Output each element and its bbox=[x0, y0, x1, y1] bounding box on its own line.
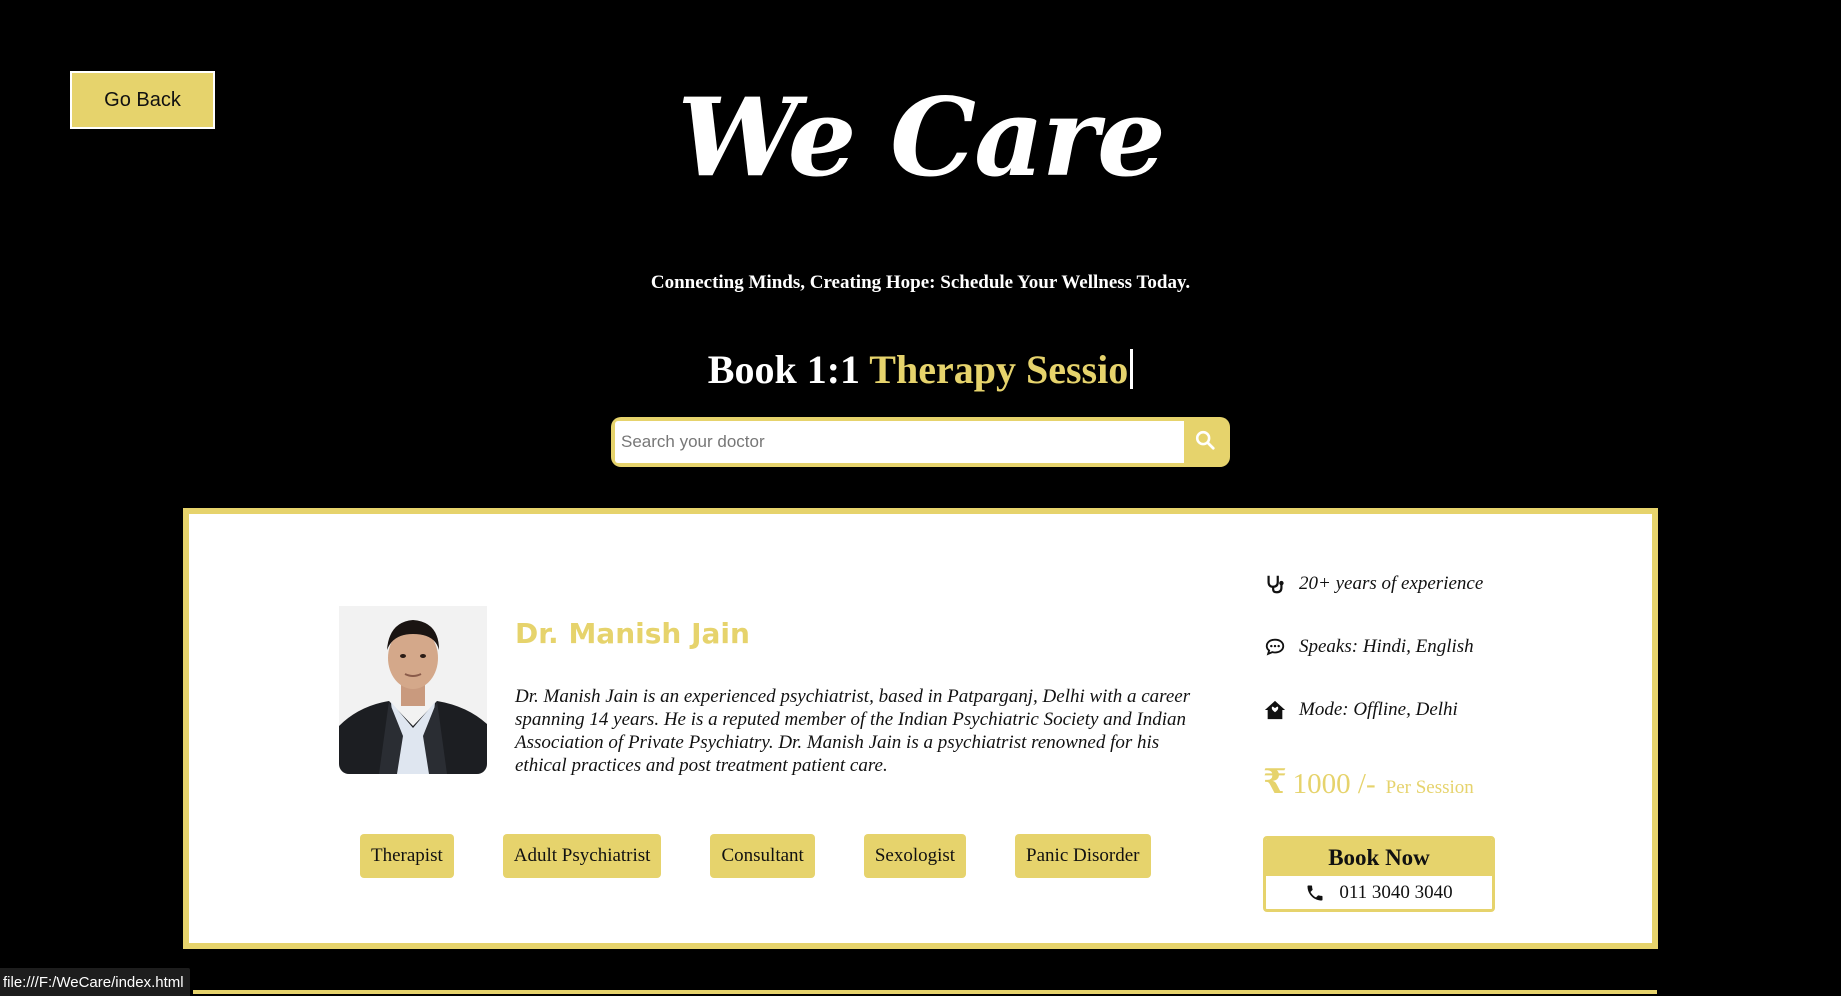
house-icon bbox=[1263, 698, 1287, 722]
specialty-tags: Therapist Adult Psychiatrist Consultant … bbox=[360, 834, 1200, 878]
tagline: Connecting Minds, Creating Hope: Schedul… bbox=[650, 272, 1191, 293]
phone-contact[interactable]: 011 3040 3040 bbox=[1266, 876, 1492, 909]
rupee-symbol: ₹ bbox=[1263, 764, 1287, 801]
tag-panic-disorder[interactable]: Panic Disorder bbox=[1015, 834, 1151, 878]
typing-caret bbox=[1130, 349, 1134, 389]
brand-title: We Care bbox=[677, 75, 1165, 201]
doctor-photo bbox=[339, 606, 487, 774]
languages-row: Speaks: Hindi, English bbox=[1263, 632, 1483, 662]
search-input[interactable] bbox=[615, 421, 1184, 463]
book-now-button[interactable]: Book Now bbox=[1266, 839, 1492, 876]
search-bar bbox=[611, 417, 1230, 467]
phone-number: 011 3040 3040 bbox=[1339, 881, 1453, 903]
page-headline: Book 1:1 Therapy Sessio bbox=[0, 346, 1841, 393]
mode-row: Mode: Offline, Delhi bbox=[1263, 695, 1483, 725]
tag-adult-psychiatrist[interactable]: Adult Psychiatrist bbox=[502, 834, 662, 878]
tag-consultant[interactable]: Consultant bbox=[710, 834, 815, 878]
page: Go Back We Care Connecting Minds, Creati… bbox=[0, 0, 1841, 996]
doctor-bio: Dr. Manish Jain is an experienced psychi… bbox=[515, 686, 1191, 776]
headline-text: Book 1:1 bbox=[707, 347, 870, 392]
price-amount: 1000 /- bbox=[1292, 768, 1376, 800]
price-unit: Per Session bbox=[1385, 777, 1474, 798]
search-icon bbox=[1194, 429, 1216, 456]
phone-icon bbox=[1305, 883, 1325, 903]
chat-bubble-icon bbox=[1263, 635, 1287, 659]
experience-text: 20+ years of experience bbox=[1299, 573, 1484, 594]
search-button[interactable] bbox=[1184, 421, 1226, 463]
tag-therapist[interactable]: Therapist bbox=[360, 834, 454, 878]
experience-row: 20+ years of experience bbox=[1263, 569, 1483, 599]
booking-box: Book Now 011 3040 3040 bbox=[1263, 836, 1495, 912]
doctor-info-list: 20+ years of experience Speaks: Hindi, E… bbox=[1263, 569, 1483, 758]
languages-text: Speaks: Hindi, English bbox=[1299, 636, 1474, 657]
status-bar-url: file:///F:/WeCare/index.html bbox=[0, 968, 190, 996]
next-card-edge bbox=[193, 990, 1657, 994]
stethoscope-icon bbox=[1263, 572, 1287, 596]
mode-text: Mode: Offline, Delhi bbox=[1299, 699, 1458, 720]
headline-accent-text: Therapy Sessio bbox=[869, 347, 1129, 392]
tag-sexologist[interactable]: Sexologist bbox=[863, 834, 967, 878]
doctor-name: Dr. Manish Jain bbox=[515, 617, 750, 650]
session-price: ₹ 1000 /- Per Session bbox=[1263, 762, 1474, 802]
doctor-card: Dr. Manish Jain Dr. Manish Jain is an ex… bbox=[183, 508, 1658, 949]
